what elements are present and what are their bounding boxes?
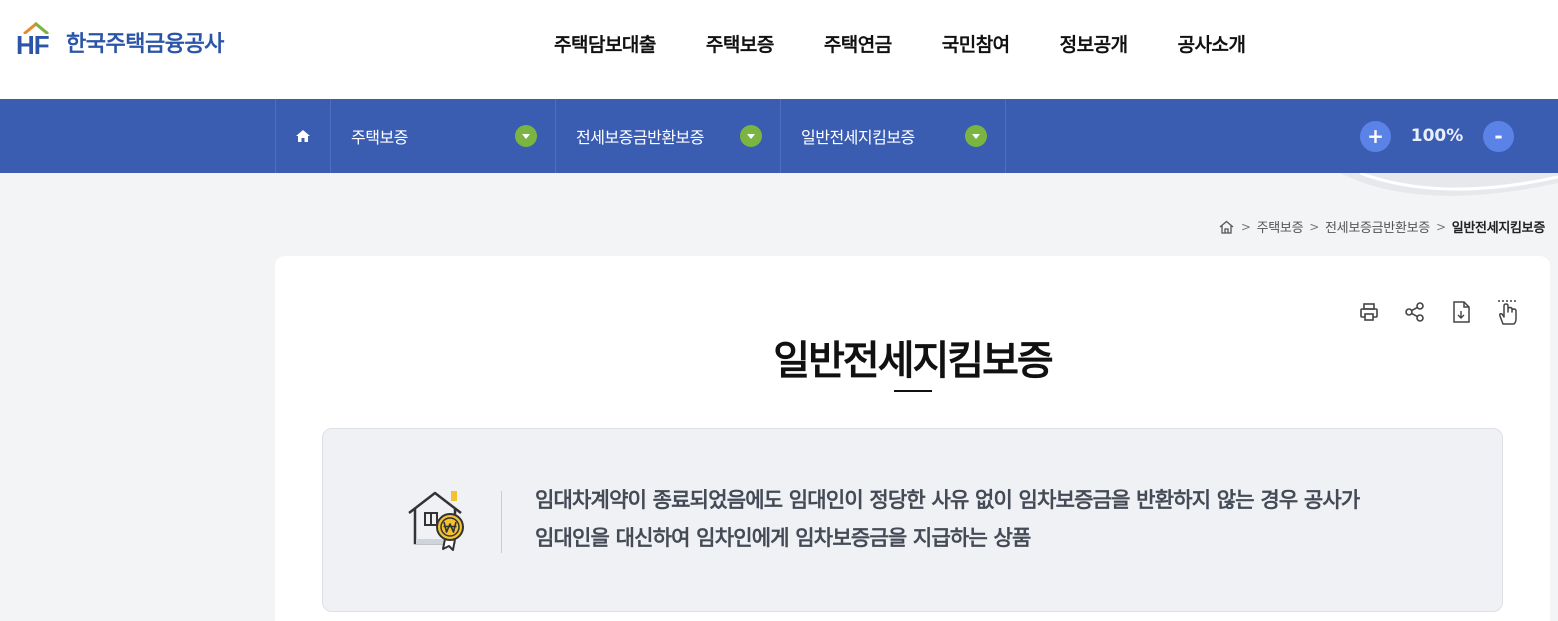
download-icon bbox=[1453, 301, 1470, 323]
breadcrumb: > 주택보증 > 전세보증금반환보증 > 일반전세지킴보증 bbox=[1218, 217, 1545, 236]
zoom-control: + 100% - bbox=[1360, 99, 1514, 173]
page-title: 일반전세지킴보증 bbox=[773, 338, 1053, 384]
location-dropdown-level2[interactable]: 전세보증금반환보증 bbox=[556, 99, 781, 173]
zoom-out-button[interactable]: - bbox=[1483, 120, 1514, 152]
chevron-down-icon bbox=[515, 125, 537, 147]
location-dropdown-level3[interactable]: 일반전세지킴보증 bbox=[781, 99, 1006, 173]
site-logo[interactable]: HF 한국주택금융공사 bbox=[16, 22, 224, 60]
share-button[interactable] bbox=[1402, 298, 1428, 326]
touch-button[interactable] bbox=[1494, 298, 1520, 326]
chevron-down-icon bbox=[740, 125, 762, 147]
decorative-swoosh bbox=[1340, 173, 1558, 196]
chevron-down-icon bbox=[965, 125, 987, 147]
location-dropdown-label: 주택보증 bbox=[351, 128, 408, 147]
breadcrumb-item-deposit-return[interactable]: 전세보증금반환보증 bbox=[1325, 217, 1430, 236]
home-outline-icon[interactable] bbox=[1218, 220, 1235, 234]
logo-mark-text: HF bbox=[16, 30, 50, 60]
nav-item-housing-pension[interactable]: 주택연금 bbox=[799, 30, 917, 57]
zoom-level: 100% bbox=[1410, 126, 1464, 146]
nav-item-information-disclosure[interactable]: 정보공개 bbox=[1035, 30, 1153, 57]
product-summary-box: 임대차계약이 종료되었음에도 임대인이 정당한 사유 없이 임차보증금을 반환하… bbox=[322, 428, 1503, 612]
title-underline bbox=[894, 390, 932, 392]
breadcrumb-item-housing-guarantee[interactable]: 주택보증 bbox=[1257, 217, 1304, 236]
touch-icon bbox=[1498, 300, 1517, 325]
main-nav: 주택담보대출 주택보증 주택연금 국민참여 정보공개 공사소개 bbox=[529, 0, 1271, 86]
breadcrumb-separator: > bbox=[1240, 219, 1251, 234]
home-icon bbox=[296, 130, 310, 142]
summary-line-1: 임대차계약이 종료되었음에도 임대인이 정당한 사유 없이 임차보증금을 반환하… bbox=[535, 488, 1360, 512]
nav-item-housing-guarantee[interactable]: 주택보증 bbox=[681, 30, 799, 57]
hf-logo-mark: HF bbox=[16, 22, 56, 60]
site-header: HF 한국주택금융공사 주택담보대출 주택보증 주택연금 국민참여 정보공개 공… bbox=[0, 0, 1558, 99]
page-tools bbox=[1356, 298, 1520, 326]
location-dropdown-level1[interactable]: 주택보증 bbox=[331, 99, 556, 173]
content-card: 일반전세지킴보증 임대차계약이 종료되었음에도 임대인이 정당한 사유 없이 임… bbox=[275, 256, 1550, 621]
download-button[interactable] bbox=[1448, 298, 1474, 326]
house-deposit-icon bbox=[408, 491, 464, 551]
summary-line-2: 임대인을 대신하여 임차인에게 임차보증금을 지급하는 상품 bbox=[535, 526, 1031, 550]
summary-divider bbox=[501, 491, 502, 553]
nav-item-mortgage[interactable]: 주택담보대출 bbox=[529, 30, 681, 57]
location-dropdown-label: 전세보증금반환보증 bbox=[576, 128, 704, 147]
print-icon bbox=[1360, 303, 1378, 321]
share-icon bbox=[1405, 302, 1424, 322]
home-button[interactable] bbox=[275, 99, 331, 173]
location-dropdown-label: 일반전세지킴보증 bbox=[801, 128, 915, 147]
zoom-in-button[interactable]: + bbox=[1360, 120, 1391, 152]
print-button[interactable] bbox=[1356, 298, 1382, 326]
breadcrumb-separator: > bbox=[1309, 219, 1319, 234]
nav-item-public-participation[interactable]: 국민참여 bbox=[917, 30, 1035, 57]
product-summary-text: 임대차계약이 종료되었음에도 임대인이 정당한 사유 없이 임차보증금을 반환하… bbox=[535, 481, 1465, 557]
location-bar: 주택보증 전세보증금반환보증 일반전세지킴보증 + 100% - bbox=[0, 99, 1558, 173]
logo-text: 한국주택금융공사 bbox=[66, 32, 224, 57]
breadcrumb-separator: > bbox=[1435, 219, 1446, 234]
nav-item-about[interactable]: 공사소개 bbox=[1153, 30, 1271, 57]
breadcrumb-current: 일반전세지킴보증 bbox=[1451, 221, 1546, 236]
